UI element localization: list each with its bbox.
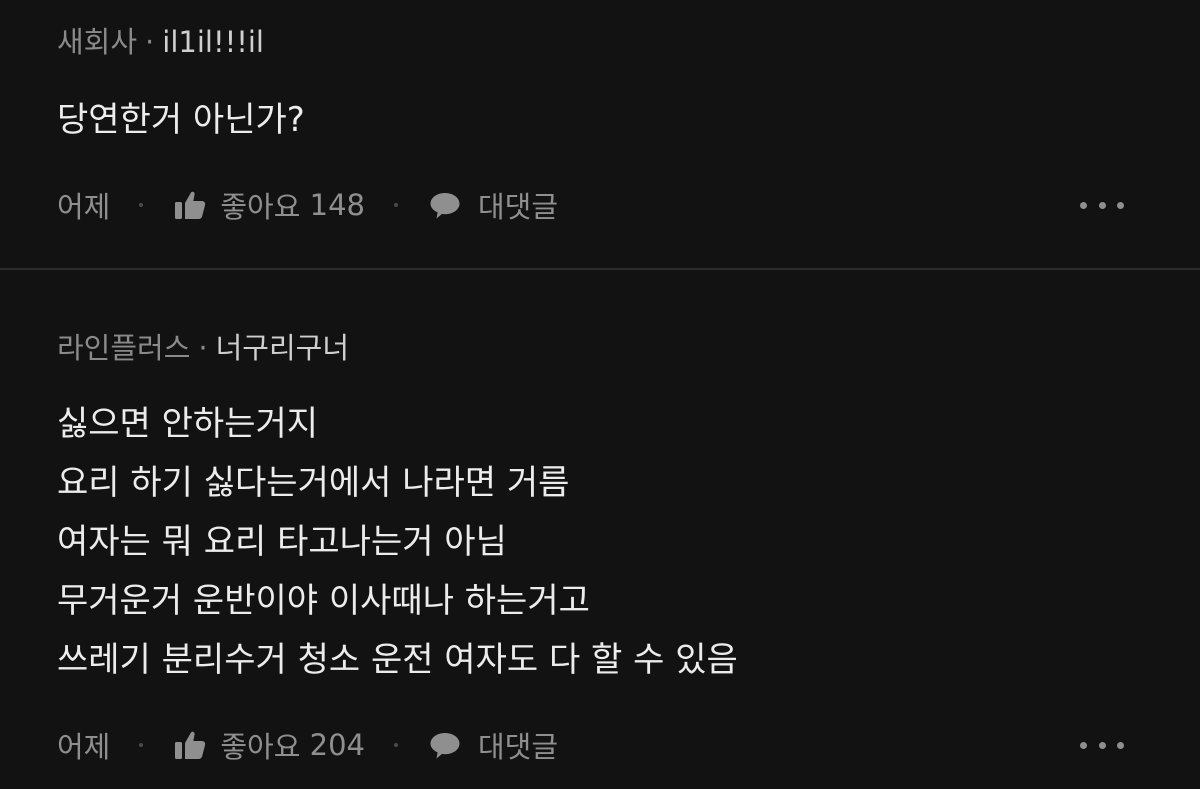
comment-body-line: 요리 하기 싫다는거에서 나라면 거름 — [57, 463, 570, 503]
like-count: 204 — [309, 728, 365, 762]
reply-label: 대댓글 — [478, 730, 559, 764]
more-dot — [1098, 201, 1106, 209]
more-dot — [1080, 741, 1087, 749]
thumbs-up-icon — [175, 731, 206, 759]
comment-item: 새회사 · il1il!!!il 당연한거 아닌가? 어제 좋아요 148 대댓글 — [0, 0, 1200, 268]
comment-actions: 어제 좋아요 204 대댓글 — [57, 723, 558, 767]
reply-button[interactable]: 대댓글 — [429, 184, 558, 226]
author-nickname[interactable]: il1il!!!il — [162, 25, 264, 59]
author-separator: · — [198, 331, 208, 365]
like-button[interactable]: 좋아요 204 — [174, 724, 365, 766]
comment-body-line: 쓰레기 분리수거 청소 운전 여자도 다 할 수 있음 — [57, 640, 738, 680]
action-separator — [139, 743, 144, 747]
more-dot — [1117, 201, 1124, 209]
more-options-button[interactable] — [1080, 723, 1124, 767]
author-company: 새회사 — [57, 25, 138, 59]
action-separator — [394, 203, 398, 207]
comment-time: 어제 — [57, 190, 111, 224]
comment-body-line: 무거운거 운반이야 이사때나 하는거고 — [57, 581, 590, 621]
author-company: 라인플러스 — [57, 331, 191, 365]
speech-bubble-icon — [430, 733, 460, 759]
more-dot — [1080, 201, 1087, 209]
comment-body-line: 여자는 뭐 요리 타고나는거 아님 — [57, 522, 507, 562]
comment-author: 새회사 · il1il!!!il — [57, 24, 264, 60]
author-nickname[interactable]: 너구리구너 — [216, 331, 349, 365]
more-dot — [1117, 741, 1124, 749]
comment-body: 싫으면 안하는거지 요리 하기 싫다는거에서 나라면 거름 여자는 뭐 요리 타… — [57, 395, 738, 690]
thumbs-up-icon — [175, 191, 206, 219]
more-dot — [1098, 741, 1106, 749]
comment-body-line: 당연한거 아닌가? — [57, 100, 305, 140]
reply-button[interactable]: 대댓글 — [429, 724, 558, 766]
speech-bubble-icon — [430, 193, 460, 219]
author-separator: · — [145, 25, 155, 59]
comment-item: 라인플러스 · 너구리구너 싫으면 안하는거지 요리 하기 싫다는거에서 나라면 거… — [0, 270, 1200, 789]
comment-author: 라인플러스 · 너구리구너 — [57, 330, 349, 366]
comment-body-line: 싫으면 안하는거지 — [57, 404, 319, 444]
like-label: 좋아요 — [220, 730, 301, 764]
comment-time: 어제 — [57, 730, 111, 764]
reply-label: 대댓글 — [478, 190, 559, 224]
like-label: 좋아요 — [220, 190, 301, 224]
action-separator — [394, 743, 398, 747]
action-separator — [139, 203, 144, 207]
like-count: 148 — [309, 188, 365, 222]
more-options-button[interactable] — [1080, 183, 1124, 227]
like-button[interactable]: 좋아요 148 — [174, 184, 365, 226]
comment-body: 당연한거 아닌가? — [57, 96, 305, 144]
comment-actions: 어제 좋아요 148 대댓글 — [57, 183, 558, 227]
